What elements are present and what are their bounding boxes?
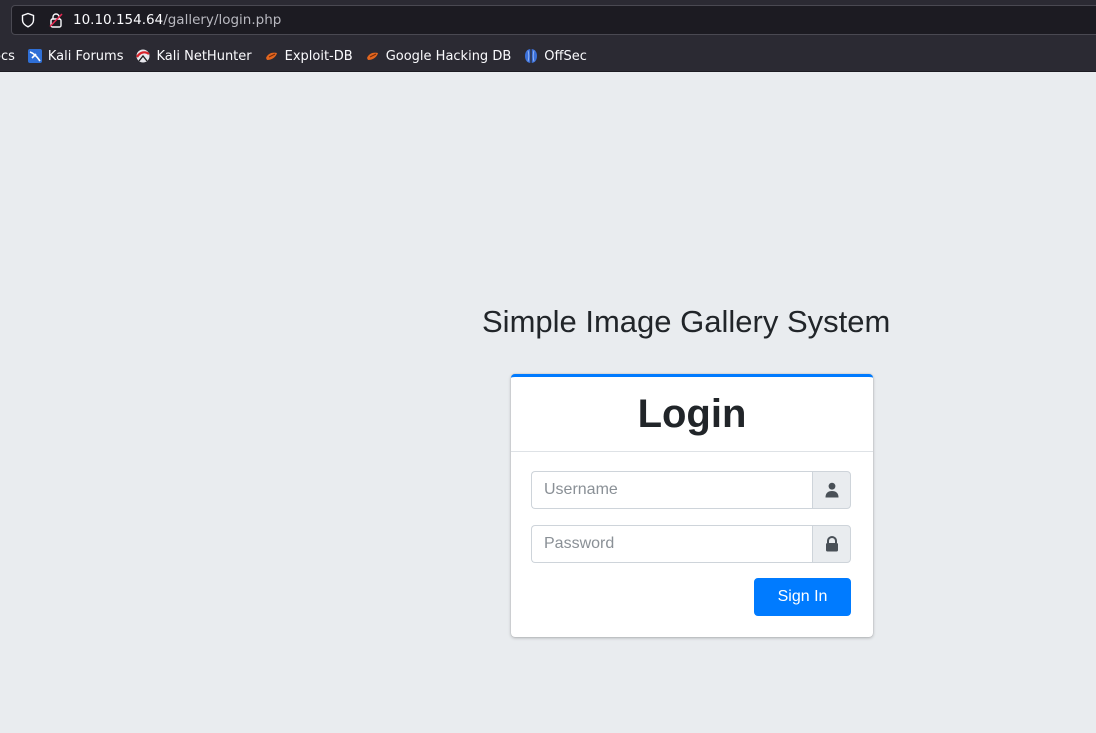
site-title: Simple Image Gallery System	[482, 304, 891, 339]
browser-chrome: 10.10.154.64/gallery/login.php ocs Kali …	[0, 0, 1096, 72]
bookmark-label: Google Hacking DB	[385, 48, 512, 64]
url-text: 10.10.154.64/gallery/login.php	[73, 12, 281, 28]
user-icon	[825, 482, 838, 498]
bookmark-google-hacking-db[interactable]: Google Hacking DB	[365, 45, 512, 67]
bookmark-kali-forums[interactable]: Kali Forums	[27, 45, 124, 67]
username-group	[531, 471, 851, 509]
bookmark-label: Kali NetHunter	[156, 48, 252, 64]
password-group	[531, 525, 851, 563]
password-addon	[812, 525, 851, 563]
bookmarks-toolbar: ocs Kali Forums Kali NetHunter Exploit-D…	[0, 45, 599, 67]
lock-icon	[825, 536, 838, 552]
url-path: /gallery/login.php	[163, 12, 282, 28]
username-input[interactable]	[531, 471, 812, 509]
login-heading: Login	[637, 391, 747, 436]
bookmark-label: OffSec	[544, 48, 587, 64]
shield-icon[interactable]	[20, 12, 36, 28]
bookmark-kali-docs[interactable]: ocs	[0, 45, 15, 67]
password-input[interactable]	[531, 525, 812, 563]
sign-in-button[interactable]: Sign In	[754, 578, 851, 616]
insecure-lock-icon[interactable]	[48, 12, 64, 28]
bookmark-exploit-db[interactable]: Exploit-DB	[264, 45, 353, 67]
page-content: Simple Image Gallery System Login Userna…	[0, 72, 1096, 733]
bookmark-label: ocs	[0, 48, 15, 64]
bookmark-label: Kali Forums	[47, 48, 124, 64]
kali-forums-icon	[27, 49, 42, 63]
bookmark-label: Exploit-DB	[284, 48, 353, 64]
bookmark-offsec[interactable]: OffSec	[523, 45, 587, 67]
username-addon	[812, 471, 851, 509]
kali-nethunter-icon	[136, 49, 151, 63]
bookmark-kali-nethunter[interactable]: Kali NetHunter	[135, 45, 252, 67]
exploit-db-icon	[265, 52, 277, 60]
address-bar[interactable]: 10.10.154.64/gallery/login.php	[11, 5, 1096, 35]
url-host: 10.10.154.64	[73, 12, 164, 28]
google-hacking-db-icon	[366, 52, 378, 60]
card-header: Login	[511, 377, 873, 452]
login-card: Login Sign In	[511, 374, 873, 637]
offsec-icon	[525, 49, 538, 63]
